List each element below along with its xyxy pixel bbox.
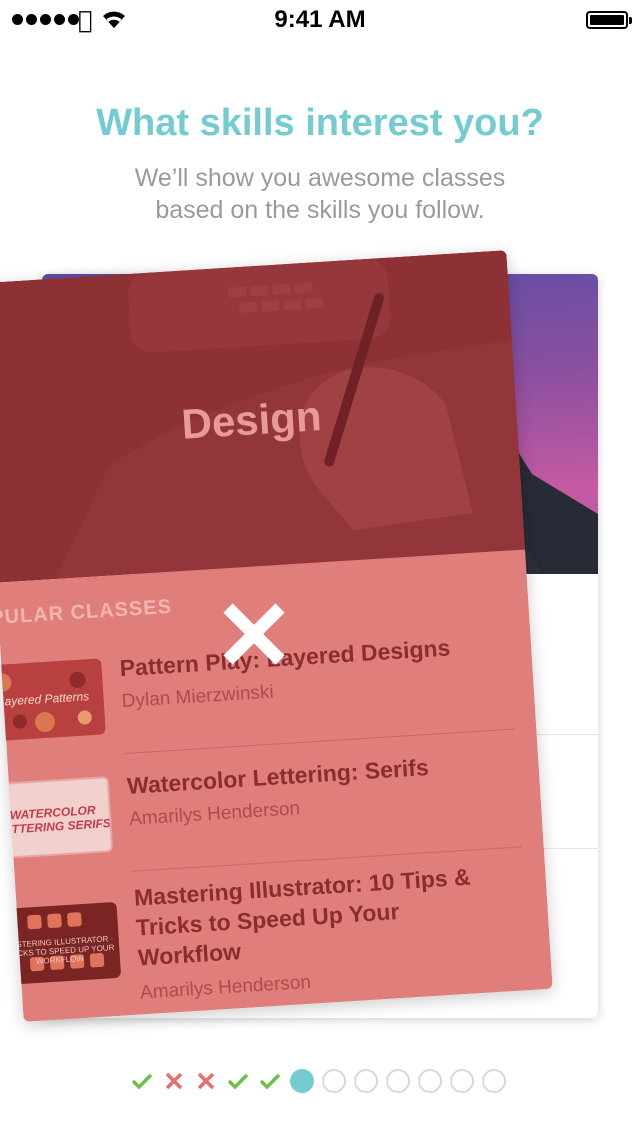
progress-dot [450, 1069, 474, 1093]
progress-dot [354, 1069, 378, 1093]
class-title: Watercolor Lettering: Serifs [126, 754, 430, 799]
class-author: Dylan Mierzwinski [121, 681, 275, 713]
page-title: What skills interest you? [96, 102, 544, 144]
progress-cross-icon [194, 1069, 218, 1093]
progress-dot [322, 1069, 346, 1093]
status-bar:  9:41 AM [0, 0, 640, 40]
section-label: PULAR CLASSES [0, 595, 173, 630]
progress-check-icon [226, 1069, 250, 1093]
row-divider [125, 728, 515, 755]
subtitle-line-1: We’ll show you awesome classes [134, 164, 506, 192]
skill-card-hero: Design [0, 250, 526, 583]
page-subtitle: We’ll show you awesome classes based on … [0, 162, 640, 226]
progress-cross-icon [162, 1069, 186, 1093]
class-thumbnail: MASTERING ILLUSTRATOR · TRICKS TO SPEED … [0, 901, 122, 986]
class-author: Amarilys Henderson [128, 798, 301, 830]
progress-dot [418, 1069, 442, 1093]
class-title: Mastering Illustrator: 10 Tips & Tricks … [133, 862, 475, 973]
progress-dot-current [290, 1069, 314, 1093]
class-thumbnail: WATERCOLOR LETTERING SERIFS [0, 776, 114, 860]
screen:  9:41 AM What skills interest you? We’l… [0, 0, 640, 1136]
progress-dot [482, 1069, 506, 1093]
skill-progress-indicator [130, 1069, 510, 1093]
progress-dot [386, 1069, 410, 1093]
battery-icon [586, 11, 632, 29]
progress-check-icon [258, 1069, 282, 1093]
dismiss-x-icon [223, 603, 285, 665]
subtitle-line-2: based on the skills you follow. [155, 196, 485, 224]
class-thumbnail: Layered Patterns [0, 658, 106, 742]
progress-check-icon [130, 1069, 154, 1093]
status-time: 9:41 AM [274, 6, 366, 33]
thumbnail-text: WATERCOLOR LETTERING SERIFS [0, 803, 112, 838]
class-author: Amarilys Henderson [139, 971, 312, 1004]
